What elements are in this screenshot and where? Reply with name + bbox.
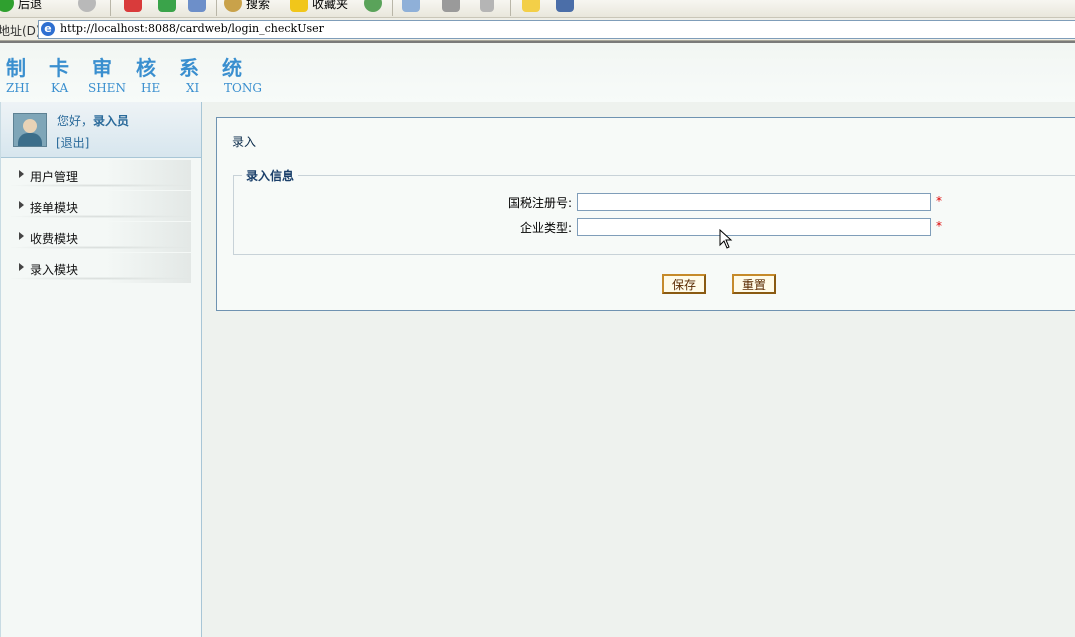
- address-bar: 地址(D) e http://localhost:8088/cardweb/lo…: [0, 18, 1075, 41]
- entry-panel: 录入 录入信息 国税注册号: * 企业类型: * 保存 重置: [216, 117, 1075, 311]
- search-label: 搜索: [246, 0, 271, 11]
- title-char: 制: [6, 56, 26, 80]
- sidebar-item-label: 用户管理: [30, 170, 79, 184]
- favorites-button[interactable]: 收藏夹: [290, 0, 348, 12]
- search-button[interactable]: 搜索: [224, 0, 270, 12]
- title-pinyin: XI: [186, 81, 200, 95]
- arrow-right-icon: [19, 201, 24, 209]
- title-char: 系: [179, 56, 199, 80]
- mail-button[interactable]: [402, 0, 420, 12]
- stop-icon: [124, 0, 142, 12]
- edit-button[interactable]: [480, 0, 494, 12]
- messenger-icon: [556, 0, 574, 12]
- history-button[interactable]: [364, 0, 382, 12]
- toolbar-divider: [392, 0, 393, 16]
- sidebar-item-label: 收费模块: [30, 232, 79, 246]
- mouse-pointer-icon: [719, 229, 733, 249]
- arrow-right-icon: [19, 232, 24, 240]
- arrow-right-icon: [19, 170, 24, 178]
- panel-title: 录入: [232, 135, 257, 149]
- discuss-button[interactable]: [522, 0, 540, 12]
- title-char: 审: [92, 56, 112, 80]
- history-icon: [364, 0, 382, 12]
- entry-fieldset: 录入信息 国税注册号: * 企业类型: *: [233, 167, 1075, 255]
- mail-icon: [402, 0, 420, 12]
- forward-button[interactable]: [78, 0, 96, 12]
- home-button[interactable]: [188, 0, 206, 12]
- title-char: 核: [136, 56, 156, 80]
- note-icon: [522, 0, 540, 12]
- sidebar-item-user-management[interactable]: 用户管理: [1, 160, 191, 190]
- avatar: [13, 113, 47, 147]
- url-text[interactable]: http://localhost:8088/cardweb/login_chec…: [60, 22, 324, 35]
- sidebar-item-label: 录入模块: [30, 263, 79, 277]
- toolbar-divider: [510, 0, 511, 16]
- title-char: 卡: [49, 56, 69, 80]
- stop-button[interactable]: [124, 0, 142, 12]
- edit-icon: [480, 0, 494, 12]
- forward-arrow-icon: [78, 0, 96, 12]
- back-arrow-icon: [0, 0, 14, 12]
- user-role: 录入员: [93, 114, 130, 128]
- fieldset-legend: 录入信息: [242, 167, 299, 184]
- required-mark: *: [936, 219, 942, 233]
- tax-registration-label: 国税注册号:: [507, 196, 572, 210]
- user-panel: 您好，录入员 [退出]: [1, 102, 201, 158]
- back-label: 后退: [18, 0, 43, 11]
- sidebar: 您好，录入员 [退出] 用户管理 接单模块 收费模块 录入模块: [0, 102, 202, 637]
- title-char: 统: [222, 56, 242, 80]
- url-field[interactable]: e http://localhost:8088/cardweb/login_ch…: [38, 20, 1075, 39]
- title-pinyin: ZHI: [6, 81, 30, 95]
- tax-registration-input[interactable]: [577, 193, 931, 211]
- title-pinyin: SHEN: [88, 81, 126, 95]
- back-button[interactable]: 后退: [0, 0, 42, 12]
- sidebar-item-entry-module[interactable]: 录入模块: [1, 253, 191, 283]
- home-icon: [188, 0, 206, 12]
- title-pinyin: HE: [141, 81, 161, 95]
- print-button[interactable]: [442, 0, 460, 12]
- save-button[interactable]: 保存: [662, 274, 706, 294]
- greeting: 您好，录入员: [57, 112, 129, 129]
- app-header: 制 卡 审 核 系 统 ZHI KA SHEN HE XI TONG: [0, 43, 1075, 102]
- star-icon: [290, 0, 308, 12]
- title-pinyin: KA: [51, 81, 69, 95]
- logout-link[interactable]: [退出]: [56, 134, 89, 151]
- sidebar-item-billing-module[interactable]: 收费模块: [1, 222, 191, 252]
- refresh-button[interactable]: [158, 0, 176, 12]
- refresh-icon: [158, 0, 176, 12]
- search-icon: [224, 0, 242, 12]
- enterprise-type-label: 企业类型:: [519, 221, 572, 235]
- favorites-label: 收藏夹: [312, 0, 349, 11]
- sidebar-item-order-module[interactable]: 接单模块: [1, 191, 191, 221]
- toolbar-divider: [216, 0, 217, 16]
- reset-button[interactable]: 重置: [732, 274, 776, 294]
- printer-icon: [442, 0, 460, 12]
- greeting-prefix: 您好，: [57, 114, 94, 128]
- messenger-button[interactable]: [556, 0, 574, 12]
- enterprise-type-input[interactable]: [577, 218, 931, 236]
- title-pinyin: TONG: [224, 81, 262, 95]
- arrow-right-icon: [19, 263, 24, 271]
- ie-page-icon: e: [41, 22, 55, 36]
- address-label: 地址(D): [0, 24, 41, 38]
- toolbar-divider: [110, 0, 111, 16]
- browser-toolbar: 后退 搜索 收藏夹: [0, 0, 1075, 18]
- sidebar-item-label: 接单模块: [30, 201, 79, 215]
- required-mark: *: [936, 194, 942, 208]
